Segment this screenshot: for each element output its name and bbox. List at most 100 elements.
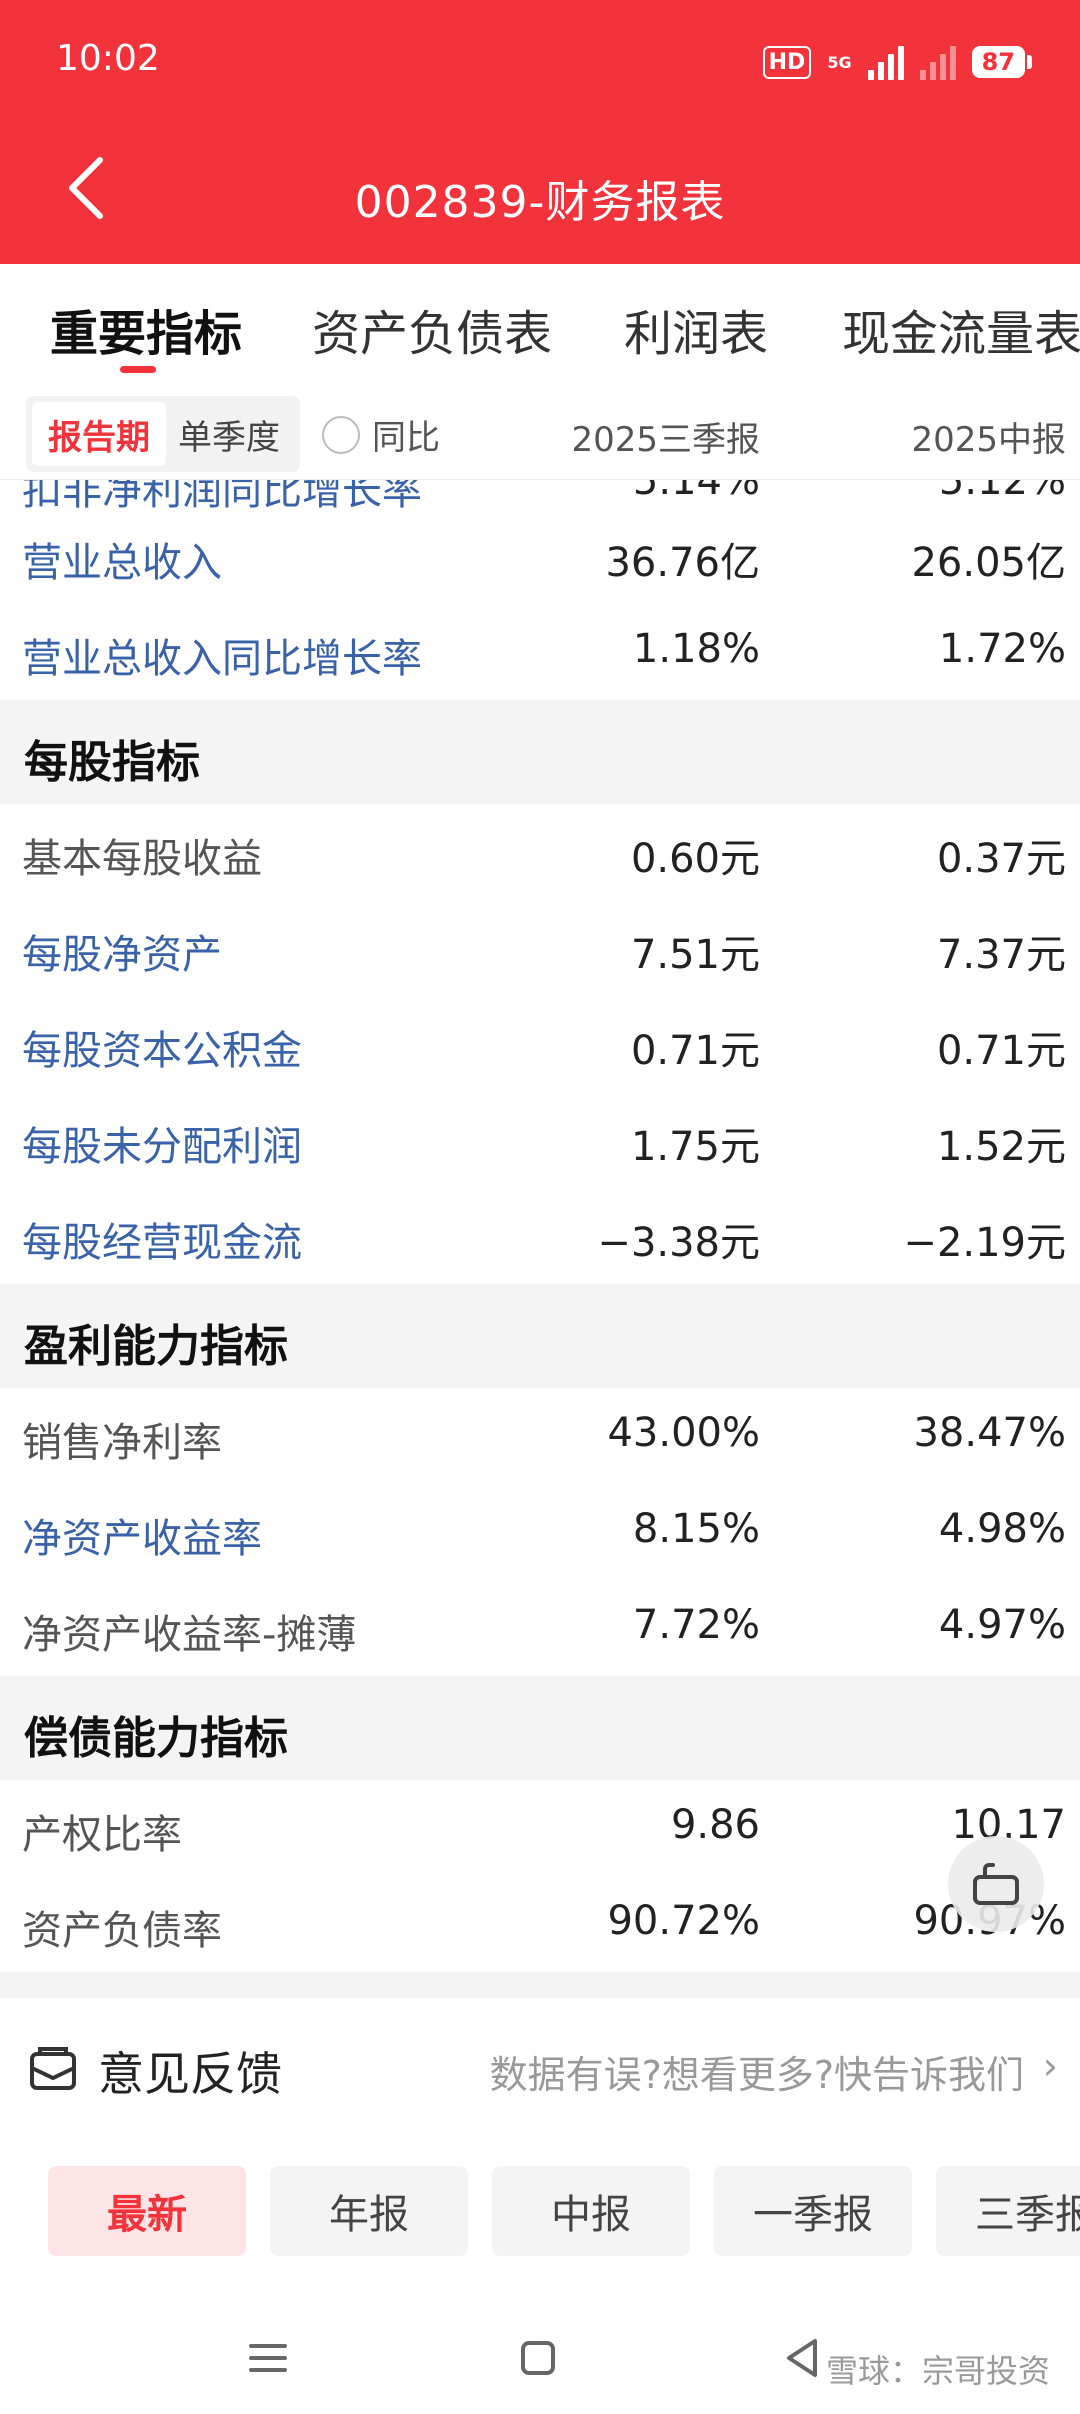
segment-report-period[interactable]: 报告期: [32, 402, 166, 466]
row-label: 基本每股收益: [22, 836, 262, 882]
home-button[interactable]: [508, 2328, 568, 2388]
period-q1[interactable]: 一季报: [714, 2166, 912, 2256]
row-value: 7.37元: [936, 932, 1066, 978]
home-square-icon: [521, 2341, 555, 2375]
period-annual[interactable]: 年报: [270, 2166, 468, 2256]
table-row: 基本每股收益 0.60元 0.37元: [0, 804, 1080, 900]
row-label[interactable]: 营业总收入: [22, 530, 222, 588]
row-value: 1.52元: [936, 1124, 1066, 1170]
radio-icon: [322, 415, 360, 454]
row-label[interactable]: 净资产收益率: [22, 1506, 262, 1564]
feedback-title: 意见反馈: [98, 2047, 282, 2101]
row-value: 90.72%: [607, 1898, 760, 1944]
row-label: 资产负债率: [22, 1908, 222, 1954]
status-time: 10:02: [56, 38, 160, 79]
row-value: 7.72%: [632, 1602, 760, 1648]
back-nav-button[interactable]: [772, 2328, 832, 2388]
floating-window-button[interactable]: [948, 1836, 1044, 1932]
row-value: 7.51元: [630, 932, 760, 978]
feedback-row[interactable]: 意见反馈 数据有误?想看更多?快告诉我们 ›: [0, 1998, 1080, 2138]
section-header: 每股指标: [0, 700, 1080, 804]
row-label[interactable]: 每股资本公积金: [22, 1018, 302, 1076]
table-row: 销售净利率 43.00% 38.47%: [0, 1388, 1080, 1484]
feedback-hint: 数据有误?想看更多?快告诉我们: [489, 2053, 1024, 2097]
table-row: 净资产收益率-摊薄 7.72% 4.97%: [0, 1580, 1080, 1676]
segment-single-quarter[interactable]: 单季度: [166, 402, 292, 466]
yoy-toggle[interactable]: 同比: [322, 410, 440, 459]
report-tabs: 重要指标 资产负债表 利润表 现金流量表: [0, 264, 1080, 388]
header-bar: 10:02 HD 5G 87 002839-财务报表: [0, 0, 1080, 264]
tab-key-metrics[interactable]: 重要指标: [50, 294, 242, 364]
table-row: 产权比率 9.86 10.17: [0, 1780, 1080, 1876]
row-value: 38.47%: [913, 1410, 1066, 1456]
signal-secondary-icon: [919, 44, 956, 80]
row-label[interactable]: 扣非净利润同比增长率: [22, 480, 422, 508]
period-latest[interactable]: 最新: [48, 2166, 246, 2256]
row-label[interactable]: 营业总收入同比增长率: [22, 626, 422, 684]
page-title: 002839-财务报表: [354, 177, 726, 228]
row-value: 26.05亿: [911, 540, 1066, 586]
table-row: 营业总收入同比增长率 1.18% 1.72%: [0, 604, 1080, 700]
period-selector: 最新 年报 中报 一季报 三季报: [0, 2166, 1080, 2258]
window-icon: [973, 1863, 1019, 1905]
row-label[interactable]: 每股经营现金流: [22, 1210, 302, 1268]
divider: [0, 1972, 1080, 1998]
watermark: 雪球：宗哥投资: [825, 2352, 1050, 2390]
row-value: −3.38元: [597, 1220, 760, 1266]
row-value: 9.86: [670, 1802, 760, 1848]
row-value: 43.00%: [607, 1410, 760, 1456]
table-row: 资产负债率 90.72% 90.97%: [0, 1876, 1080, 1972]
chevron-right-icon: ›: [1042, 2044, 1058, 2088]
network-type-label: 5G: [827, 52, 852, 72]
signal-icon: [867, 44, 904, 80]
table-row: 每股未分配利润 1.75元 1.52元: [0, 1092, 1080, 1188]
tab-income-statement[interactable]: 利润表: [624, 294, 768, 364]
section-header: 盈利能力指标: [0, 1284, 1080, 1388]
table-row: 每股净资产 7.51元 7.37元: [0, 900, 1080, 996]
system-nav-bar: 雪球：宗哥投资: [0, 2300, 1080, 2414]
section-title: 偿债能力指标: [24, 1713, 288, 1764]
metrics-table: 扣非净利润同比增长率 5.14% 5.12% 营业总收入 36.76亿 26.0…: [0, 480, 1080, 1972]
period-q3[interactable]: 三季报: [936, 2166, 1080, 2256]
status-icons: HD 5G 87: [762, 44, 1032, 80]
battery-icon: 87: [971, 46, 1032, 78]
table-row: 扣非净利润同比增长率 5.14% 5.12%: [0, 480, 1080, 508]
row-value: 0.37元: [936, 836, 1066, 882]
row-value: 1.18%: [632, 626, 760, 672]
table-row: 净资产收益率 8.15% 4.98%: [0, 1484, 1080, 1580]
table-row: 每股经营现金流 −3.38元 −2.19元: [0, 1188, 1080, 1284]
feedback-icon: [30, 2047, 76, 2090]
battery-level: 87: [971, 46, 1025, 78]
yoy-label: 同比: [372, 418, 440, 458]
row-value: 1.72%: [938, 626, 1066, 672]
section-title: 盈利能力指标: [24, 1321, 288, 1372]
period-type-segment: 报告期 单季度: [26, 396, 300, 472]
row-value: 0.60元: [630, 836, 760, 882]
row-value: 4.98%: [938, 1506, 1066, 1552]
row-value: 5.14%: [632, 480, 760, 504]
active-tab-indicator: [120, 366, 156, 373]
row-value: −2.19元: [903, 1220, 1066, 1266]
row-value: 4.97%: [938, 1602, 1066, 1648]
section-title: 每股指标: [24, 737, 200, 788]
row-value: 5.12%: [938, 480, 1066, 504]
tab-cash-flow[interactable]: 现金流量表: [842, 294, 1080, 364]
filter-row: 报告期 单季度 同比 2025三季报 2025中报: [0, 392, 1080, 480]
table-row: 营业总收入 36.76亿 26.05亿: [0, 508, 1080, 604]
row-value: 36.76亿: [605, 540, 760, 586]
hd-badge: HD: [762, 45, 812, 79]
menu-icon: [249, 2344, 287, 2372]
column-header-q3: 2025三季报: [571, 420, 760, 460]
back-triangle-icon: [787, 2339, 817, 2377]
period-interim[interactable]: 中报: [492, 2166, 690, 2256]
row-value: 0.71元: [936, 1028, 1066, 1074]
row-label[interactable]: 每股未分配利润: [22, 1114, 302, 1172]
tab-balance-sheet[interactable]: 资产负债表: [312, 294, 552, 364]
row-label[interactable]: 每股净资产: [22, 922, 222, 980]
section-header: 偿债能力指标: [0, 1676, 1080, 1780]
row-label: 产权比率: [22, 1812, 182, 1858]
row-value: 8.15%: [632, 1506, 760, 1552]
column-header-h1: 2025中报: [911, 420, 1066, 460]
row-value: 0.71元: [630, 1028, 760, 1074]
menu-button[interactable]: [238, 2328, 298, 2388]
